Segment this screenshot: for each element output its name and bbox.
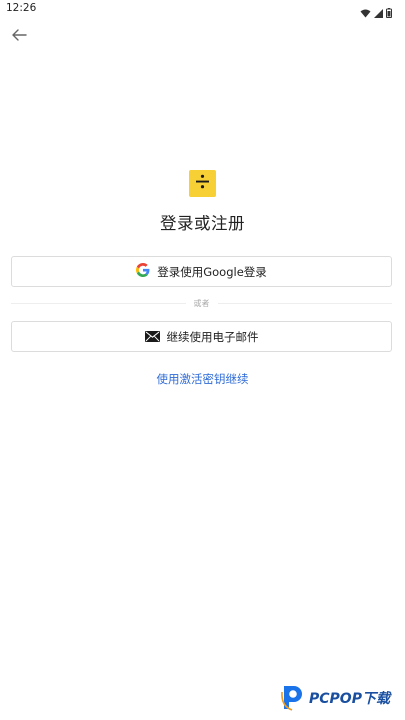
page-title: 登录或注册 xyxy=(160,214,245,233)
app-logo xyxy=(189,170,216,197)
email-login-label: 继续使用电子邮件 xyxy=(166,329,259,344)
status-time: 12:26 xyxy=(6,2,37,14)
arrow-left-icon xyxy=(11,26,27,45)
divider: 或者 xyxy=(11,296,392,310)
watermark-text: PCPOP下载 xyxy=(309,691,390,707)
google-login-label: 登录使用Google登录 xyxy=(157,264,267,279)
divider-line-right xyxy=(217,302,392,304)
division-icon xyxy=(194,173,211,194)
envelope-icon xyxy=(144,327,160,346)
divider-text: 或者 xyxy=(193,298,210,308)
google-icon xyxy=(136,262,150,281)
email-login-button[interactable]: 继续使用电子邮件 xyxy=(11,321,392,352)
signal-icon xyxy=(374,3,383,22)
pcpop-logo-icon xyxy=(280,682,306,716)
status-bar: 12:26 xyxy=(0,0,405,18)
divider-line-left xyxy=(11,302,186,304)
google-login-button[interactable]: 登录使用Google登录 xyxy=(11,256,392,287)
activation-key-link[interactable]: 使用激活密钥继续 xyxy=(0,371,405,387)
battery-icon xyxy=(386,3,392,22)
watermark: PCPOP下载 xyxy=(280,683,402,715)
status-icons xyxy=(360,3,392,22)
back-button[interactable] xyxy=(8,26,30,44)
wifi-icon xyxy=(360,3,371,22)
